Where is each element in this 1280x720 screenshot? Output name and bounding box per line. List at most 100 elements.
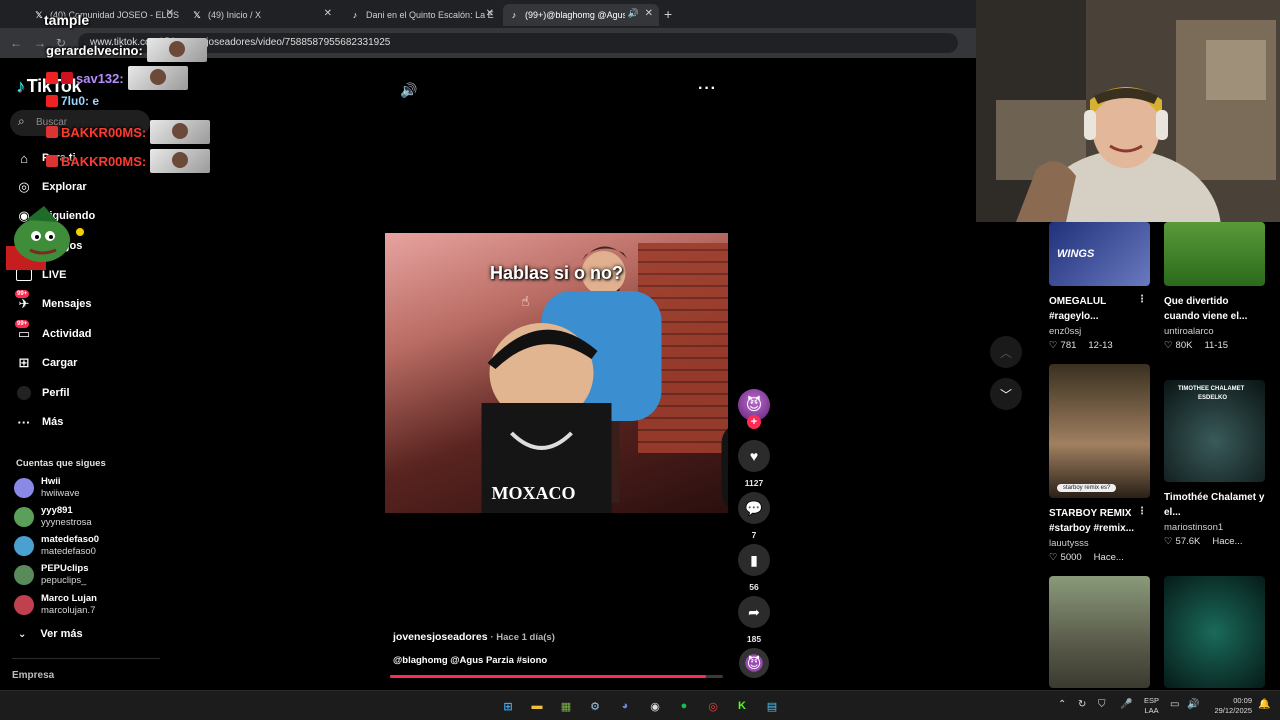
nav-item-mas[interactable]: ··· Más (14, 412, 64, 432)
new-tab-button[interactable]: + (664, 6, 672, 22)
close-icon[interactable]: ✕ (645, 8, 653, 19)
spotify-icon[interactable]: ● (675, 697, 693, 715)
see-more-button[interactable]: ⌄ Ver más (18, 628, 83, 640)
system-clock[interactable]: 00:09 29/12/2025 (1206, 696, 1252, 716)
forward-icon[interactable]: → (34, 36, 46, 50)
chat-line: sav132: (46, 66, 188, 90)
minecraft-icon[interactable]: ▦ (557, 697, 575, 715)
bookmark-icon[interactable]: ▮ (738, 544, 770, 576)
shield-icon[interactable]: ⛉ (1098, 699, 1106, 710)
recommendation-card[interactable]: Que divertido cuando viene el... untiroa… (1164, 222, 1266, 351)
video-description[interactable]: @blaghomg @Agus Parzia #siono (393, 655, 547, 666)
notification-badge: 99+ (15, 290, 30, 298)
followed-account[interactable]: yyy891 yyynestrosa (14, 505, 92, 529)
chevron-up-icon: ︿ (999, 345, 1012, 360)
chat-badge-icon (61, 72, 73, 84)
notepad-icon[interactable]: ▤ (763, 697, 781, 715)
previous-video-button[interactable]: ︿ (990, 336, 1022, 368)
nav-item-cargar[interactable]: ⊞ Cargar (14, 353, 78, 373)
nav-item-perfil[interactable]: Perfil (14, 383, 70, 403)
video-thumbnail[interactable] (1164, 576, 1265, 688)
more-options-icon[interactable]: ⋮ (1137, 506, 1147, 517)
video-player[interactable]: MOXACO Hablas si o no? ☝ (385, 233, 728, 513)
followed-account[interactable]: Hwii hwiiwave (14, 476, 80, 500)
followed-account[interactable]: matedefaso0 matedefaso0 (14, 534, 99, 558)
card-stats: ♡ 57.6K Hace... (1164, 536, 1243, 547)
chat-line: 7lu0: e (46, 94, 99, 108)
video-thumbnail[interactable] (1164, 222, 1265, 286)
nav-item-actividad[interactable]: ▭ 99+ Actividad (14, 320, 92, 344)
volume-icon[interactable]: 🔊 (1187, 699, 1199, 710)
language-indicator[interactable]: ESP LAA (1144, 696, 1159, 716)
save-count: 56 (749, 582, 759, 592)
recommendation-card[interactable]: TIMOTHEE CHALAMET ESDELKO Timothée Chala… (1164, 380, 1266, 547)
card-author[interactable]: lauutysss (1049, 538, 1151, 549)
video-progress-bar[interactable] (390, 675, 723, 678)
heart-icon[interactable]: ♥ (738, 440, 770, 472)
obs-icon[interactable]: ◉ (646, 697, 664, 715)
notification-icon[interactable]: 🔔 (1258, 699, 1270, 710)
video-thumbnail[interactable] (1049, 576, 1150, 688)
music-disc-icon[interactable]: 😈 (739, 648, 769, 678)
card-title[interactable]: Que divertido cuando viene el... (1164, 294, 1266, 324)
heart-outline-icon: ♡ (1164, 340, 1173, 351)
card-stats: ♡ 781 12-13 (1049, 340, 1113, 351)
card-author[interactable]: mariostinson1 (1164, 522, 1266, 533)
follow-plus-button[interactable]: + (747, 415, 761, 429)
close-icon[interactable]: ✕ (166, 8, 174, 19)
recommendation-card[interactable]: starboy remix es? STARBOY REMIX #starboy… (1049, 364, 1151, 563)
back-icon[interactable]: ← (10, 36, 22, 50)
kick-icon[interactable]: K (733, 697, 751, 715)
home-icon: ⌂ (20, 150, 28, 166)
microphone-icon[interactable]: 🎤 (1120, 699, 1132, 710)
activity-icon: ▭ 99+ (15, 320, 31, 341)
browser-tab[interactable]: 𝕏 (49) Inicio / X ✕ (186, 4, 338, 26)
card-title[interactable]: Timothée Chalamet y el... (1164, 490, 1266, 520)
steam-icon[interactable]: ⚙ (586, 697, 604, 715)
comment-icon[interactable]: 💬 (738, 492, 770, 524)
tiktok-icon: ♪ (352, 10, 358, 20)
windows-start-icon[interactable]: ⊞ (499, 697, 517, 715)
browser-tab[interactable]: ♪ Dani en el Quinto Escalón: La E ✕ (344, 4, 500, 26)
followed-account[interactable]: Marco Lujan marcolujan.7 (14, 593, 97, 617)
chrome-icon[interactable]: ◎ (704, 697, 722, 715)
followed-account[interactable]: PEPUclips pepuclips_ (14, 563, 89, 587)
share-icon[interactable]: ➦ (738, 596, 770, 628)
nav-item-mensajes[interactable]: ✈ 99+ Mensajes (14, 290, 92, 314)
card-author[interactable]: untiroalarco (1164, 326, 1266, 337)
messages-icon: ✈ 99+ (15, 290, 30, 311)
recommendation-card[interactable] (1049, 576, 1151, 688)
card-author[interactable]: enz0ssj (1049, 326, 1151, 337)
recommendation-card[interactable]: WINGS OMEGALUL #rageylo... ⋮ enz0ssj ♡ 78… (1049, 222, 1151, 351)
next-video-button[interactable]: ﹀ (990, 378, 1022, 410)
monitor-icon[interactable]: ▭ (1170, 699, 1179, 710)
card-title[interactable]: STARBOY REMIX #starboy #remix... (1049, 506, 1151, 536)
like-action[interactable]: ♥ 1127 (737, 440, 771, 488)
video-thumbnail[interactable]: TIMOTHEE CHALAMET ESDELKO (1164, 380, 1265, 482)
more-options-icon[interactable]: ⋮ (1137, 294, 1147, 305)
chevron-up-icon[interactable]: ⌃ (1058, 699, 1066, 710)
discord-icon[interactable]: ◕ (616, 697, 634, 715)
browser-tab-active[interactable]: ♪ (99+)@blaghomg @Agus P 🔊 ✕ (503, 4, 659, 26)
chat-badge-icon (46, 95, 58, 107)
empresa-link[interactable]: Empresa (12, 670, 54, 681)
nav-item-explorar[interactable]: ◎ Explorar (14, 177, 86, 197)
search-icon: ⌕ (18, 114, 25, 128)
close-icon[interactable]: ✕ (486, 8, 494, 19)
share-action[interactable]: ➦ 185 (737, 596, 771, 644)
card-title[interactable]: OMEGALUL #rageylo... (1049, 294, 1151, 324)
video-thumbnail[interactable]: starboy remix es? (1049, 364, 1150, 498)
hand-cursor-icon: ☝ (521, 293, 530, 309)
volume-icon[interactable]: 🔊 (400, 82, 417, 99)
recommendation-card[interactable] (1164, 576, 1266, 688)
close-icon[interactable]: ✕ (324, 8, 332, 19)
video-thumbnail[interactable]: WINGS (1049, 222, 1150, 286)
url-field[interactable]: www.tiktok.com/@jovenesjoseadores/video/… (78, 33, 958, 53)
comment-action[interactable]: 💬 7 (737, 492, 771, 540)
more-options-icon[interactable]: ··· (698, 80, 717, 98)
sync-icon[interactable]: ↻ (1078, 699, 1086, 710)
save-action[interactable]: ▮ 56 (737, 544, 771, 592)
speaker-icon[interactable]: 🔊 (628, 8, 639, 19)
video-author[interactable]: jovenesjoseadores · Hace 1 día(s) (393, 631, 555, 643)
file-explorer-icon[interactable]: ▬ (528, 697, 546, 715)
